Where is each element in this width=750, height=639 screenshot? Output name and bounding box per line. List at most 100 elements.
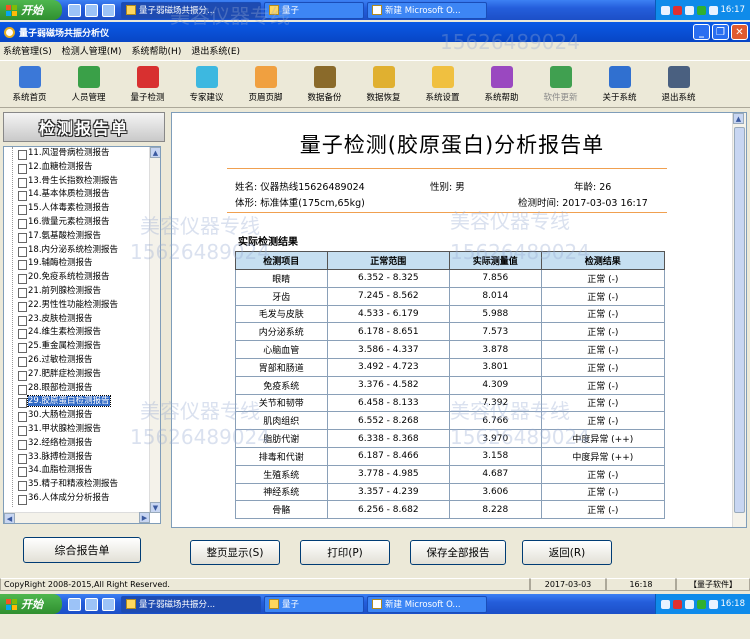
- clock[interactable]: 16:17: [721, 5, 746, 15]
- start-button[interactable]: 开始: [0, 0, 62, 20]
- full-page-button[interactable]: 整页显示(S): [190, 540, 280, 565]
- tray-icon[interactable]: [672, 5, 682, 15]
- report-tree-item[interactable]: 16.微量元素检测报告: [18, 216, 160, 230]
- tree-vertical-scrollbar[interactable]: ▲ ▼: [149, 147, 160, 513]
- toolbar-button-exit[interactable]: 退出系统: [649, 61, 708, 107]
- back-button[interactable]: 返回(R): [522, 540, 612, 565]
- scroll-down-icon[interactable]: ▼: [150, 502, 160, 513]
- scroll-up-icon[interactable]: ▲: [150, 147, 160, 158]
- tray-icon[interactable]: [660, 599, 670, 609]
- volume-icon[interactable]: [708, 5, 718, 15]
- report-tree-item[interactable]: 33.脉搏检测报告: [18, 451, 160, 465]
- report-tree-item[interactable]: 28.眼部检测报告: [18, 382, 160, 396]
- save-all-button[interactable]: 保存全部报告: [410, 540, 506, 565]
- table-cell: 3.801: [449, 357, 542, 377]
- table-cell: 正常 (-): [540, 357, 666, 377]
- tray-icon[interactable]: [672, 599, 682, 609]
- report-tree-item[interactable]: 24.维生素检测报告: [18, 326, 160, 340]
- ie-icon[interactable]: [68, 597, 81, 611]
- table-cell: 4.309: [449, 375, 542, 395]
- tray-icon[interactable]: [684, 5, 694, 15]
- report-tree-item[interactable]: 34.血脂检测报告: [18, 464, 160, 478]
- toolbar-button-archive[interactable]: 数据备份: [295, 61, 354, 107]
- report-tree-item[interactable]: 17.氨基酸检测报告: [18, 230, 160, 244]
- desktop-icon[interactable]: [102, 597, 115, 611]
- tray-icon[interactable]: [684, 599, 694, 609]
- toolbar-button-home[interactable]: 系统首页: [0, 61, 59, 107]
- menu-person-management[interactable]: 检测人管理(M): [62, 44, 122, 57]
- task-button-folder[interactable]: 量子: [264, 595, 364, 613]
- toolbar-button-network[interactable]: 量子检测: [118, 61, 177, 107]
- task-button-app[interactable]: 量子弱磁场共振分...: [121, 1, 261, 19]
- report-tree-item[interactable]: 21.前列腺检测报告: [18, 285, 160, 299]
- toolbar-button-document[interactable]: 页眉页脚: [236, 61, 295, 107]
- task-button-word[interactable]: 新建 Microsoft O...: [367, 595, 487, 613]
- table-cell: 6.552 - 8.268: [326, 411, 451, 431]
- toolbar-button-help[interactable]: 系统帮助: [472, 61, 531, 107]
- toolbar-button-folder[interactable]: 系统设置: [413, 61, 472, 107]
- report-tree-item[interactable]: 20.免疫系统检测报告: [18, 271, 160, 285]
- folder-icon: [431, 66, 454, 88]
- report-tree-item[interactable]: 25.重金属检测报告: [18, 340, 160, 354]
- media-icon[interactable]: [85, 597, 98, 611]
- report-tree-item[interactable]: 35.精子和精液检测报告: [18, 478, 160, 492]
- report-tree-item[interactable]: 27.肥胖症检测报告: [18, 368, 160, 382]
- start-label: 开始: [21, 4, 43, 17]
- task-button-app[interactable]: 量子弱磁场共振分...: [121, 595, 261, 613]
- report-tree[interactable]: 11.风湿骨病检测报告 12.血糖检测报告 13.骨生长指数检测报告 14.基本体质检…: [3, 146, 161, 524]
- desktop-icon[interactable]: [102, 3, 115, 17]
- table-cell: 中度异常 (++): [540, 429, 666, 448]
- volume-icon[interactable]: [708, 599, 718, 609]
- media-icon[interactable]: [85, 3, 98, 17]
- tree-horizontal-scrollbar[interactable]: ◀ ▶: [4, 512, 150, 523]
- toolbar-button-update[interactable]: 软件更新: [531, 61, 590, 107]
- report-tree-item-label: 34.血脂检测报告: [28, 465, 93, 476]
- report-vertical-scrollbar[interactable]: ▲: [732, 113, 746, 527]
- tray-icon[interactable]: [696, 599, 706, 609]
- report-tree-item[interactable]: 30.大肠检测报告: [18, 409, 160, 423]
- report-tree-item[interactable]: 12.血糖检测报告: [18, 161, 160, 175]
- report-tree-item[interactable]: 29.胶原蛋白检测报告: [18, 395, 160, 409]
- report-tree-item[interactable]: 13.骨生长指数检测报告: [18, 175, 160, 189]
- task-button-folder[interactable]: 量子: [264, 1, 364, 19]
- menu-help[interactable]: 系统帮助(H): [132, 44, 182, 57]
- report-tree-item[interactable]: 26.过敏检测报告: [18, 354, 160, 368]
- report-tree-item[interactable]: 14.基本体质检测报告: [18, 188, 160, 202]
- tray-icon[interactable]: [696, 5, 706, 15]
- menu-exit[interactable]: 退出系统(E): [191, 44, 240, 57]
- start-button[interactable]: 开始: [0, 594, 62, 614]
- print-button[interactable]: 打印(P): [300, 540, 390, 565]
- window-titlebar[interactable]: 量子弱磁场共振分析仪 _ ❐ ✕: [0, 22, 750, 42]
- scroll-thumb[interactable]: [734, 127, 745, 513]
- close-button[interactable]: ✕: [731, 24, 748, 40]
- toolbar-button-people[interactable]: 人员管理: [59, 61, 118, 107]
- table-cell: 眼睛: [235, 269, 328, 288]
- toolbar-button-book[interactable]: 专家建议: [177, 61, 236, 107]
- report-tree-item[interactable]: 19.辅酶检测报告: [18, 257, 160, 271]
- report-tree-item[interactable]: 22.男性性功能检测报告: [18, 299, 160, 313]
- minimize-button[interactable]: _: [693, 24, 710, 40]
- task-button-word[interactable]: 新建 Microsoft O...: [367, 1, 487, 19]
- report-tree-item-label: 30.大肠检测报告: [28, 410, 93, 421]
- scroll-up-icon[interactable]: ▲: [733, 113, 744, 124]
- menu-system-management[interactable]: 系统管理(S): [3, 44, 52, 57]
- ie-icon[interactable]: [68, 3, 81, 17]
- comprehensive-report-button[interactable]: 综合报告单: [23, 537, 141, 563]
- report-tree-item[interactable]: 15.人体毒素检测报告: [18, 202, 160, 216]
- clock[interactable]: 16:18: [721, 599, 746, 609]
- report-tree-item[interactable]: 31.甲状腺检测报告: [18, 423, 160, 437]
- scroll-right-icon[interactable]: ▶: [139, 512, 150, 523]
- report-tree-item[interactable]: 32.经络检测报告: [18, 437, 160, 451]
- table-row: 生殖系统 3.778 - 4.985 4.687 正常 (-): [235, 464, 666, 484]
- table-cell: 排毒和代谢: [235, 446, 328, 466]
- tray-icon[interactable]: [660, 5, 670, 15]
- scroll-left-icon[interactable]: ◀: [4, 513, 15, 523]
- report-tree-item[interactable]: 36.人体成分分析报告: [18, 492, 160, 506]
- report-tree-item-label: 20.免疫系统检测报告: [28, 272, 110, 283]
- report-tree-item[interactable]: 23.皮肤检测报告: [18, 313, 160, 327]
- toolbar-button-restore[interactable]: 数据恢复: [354, 61, 413, 107]
- restore-button[interactable]: ❐: [712, 24, 729, 40]
- toolbar-button-chart[interactable]: 关于系统: [590, 61, 649, 107]
- report-tree-item[interactable]: 11.风湿骨病检测报告: [18, 147, 160, 161]
- report-tree-item[interactable]: 18.内分泌系统检测报告: [18, 244, 160, 258]
